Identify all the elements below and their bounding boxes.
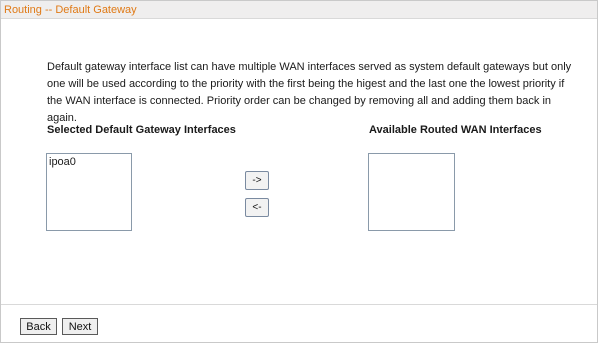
available-interfaces-header: Available Routed WAN Interfaces <box>369 124 542 136</box>
available-interfaces-list[interactable] <box>368 153 455 231</box>
title-bar: Routing -- Default Gateway <box>1 1 597 19</box>
page-title: Routing -- Default Gateway <box>4 4 137 16</box>
description-text: Default gateway interface list can have … <box>47 61 572 124</box>
next-button[interactable]: Next <box>62 318 98 335</box>
list-item[interactable]: ipoa0 <box>49 156 76 168</box>
selected-interfaces-header: Selected Default Gateway Interfaces <box>47 124 236 136</box>
back-button[interactable]: Back <box>20 318 57 335</box>
selected-interfaces-list[interactable]: ipoa0 <box>46 153 132 231</box>
divider <box>1 304 597 305</box>
move-left-button[interactable]: <- <box>245 198 269 217</box>
move-right-button[interactable]: -> <box>245 171 269 190</box>
